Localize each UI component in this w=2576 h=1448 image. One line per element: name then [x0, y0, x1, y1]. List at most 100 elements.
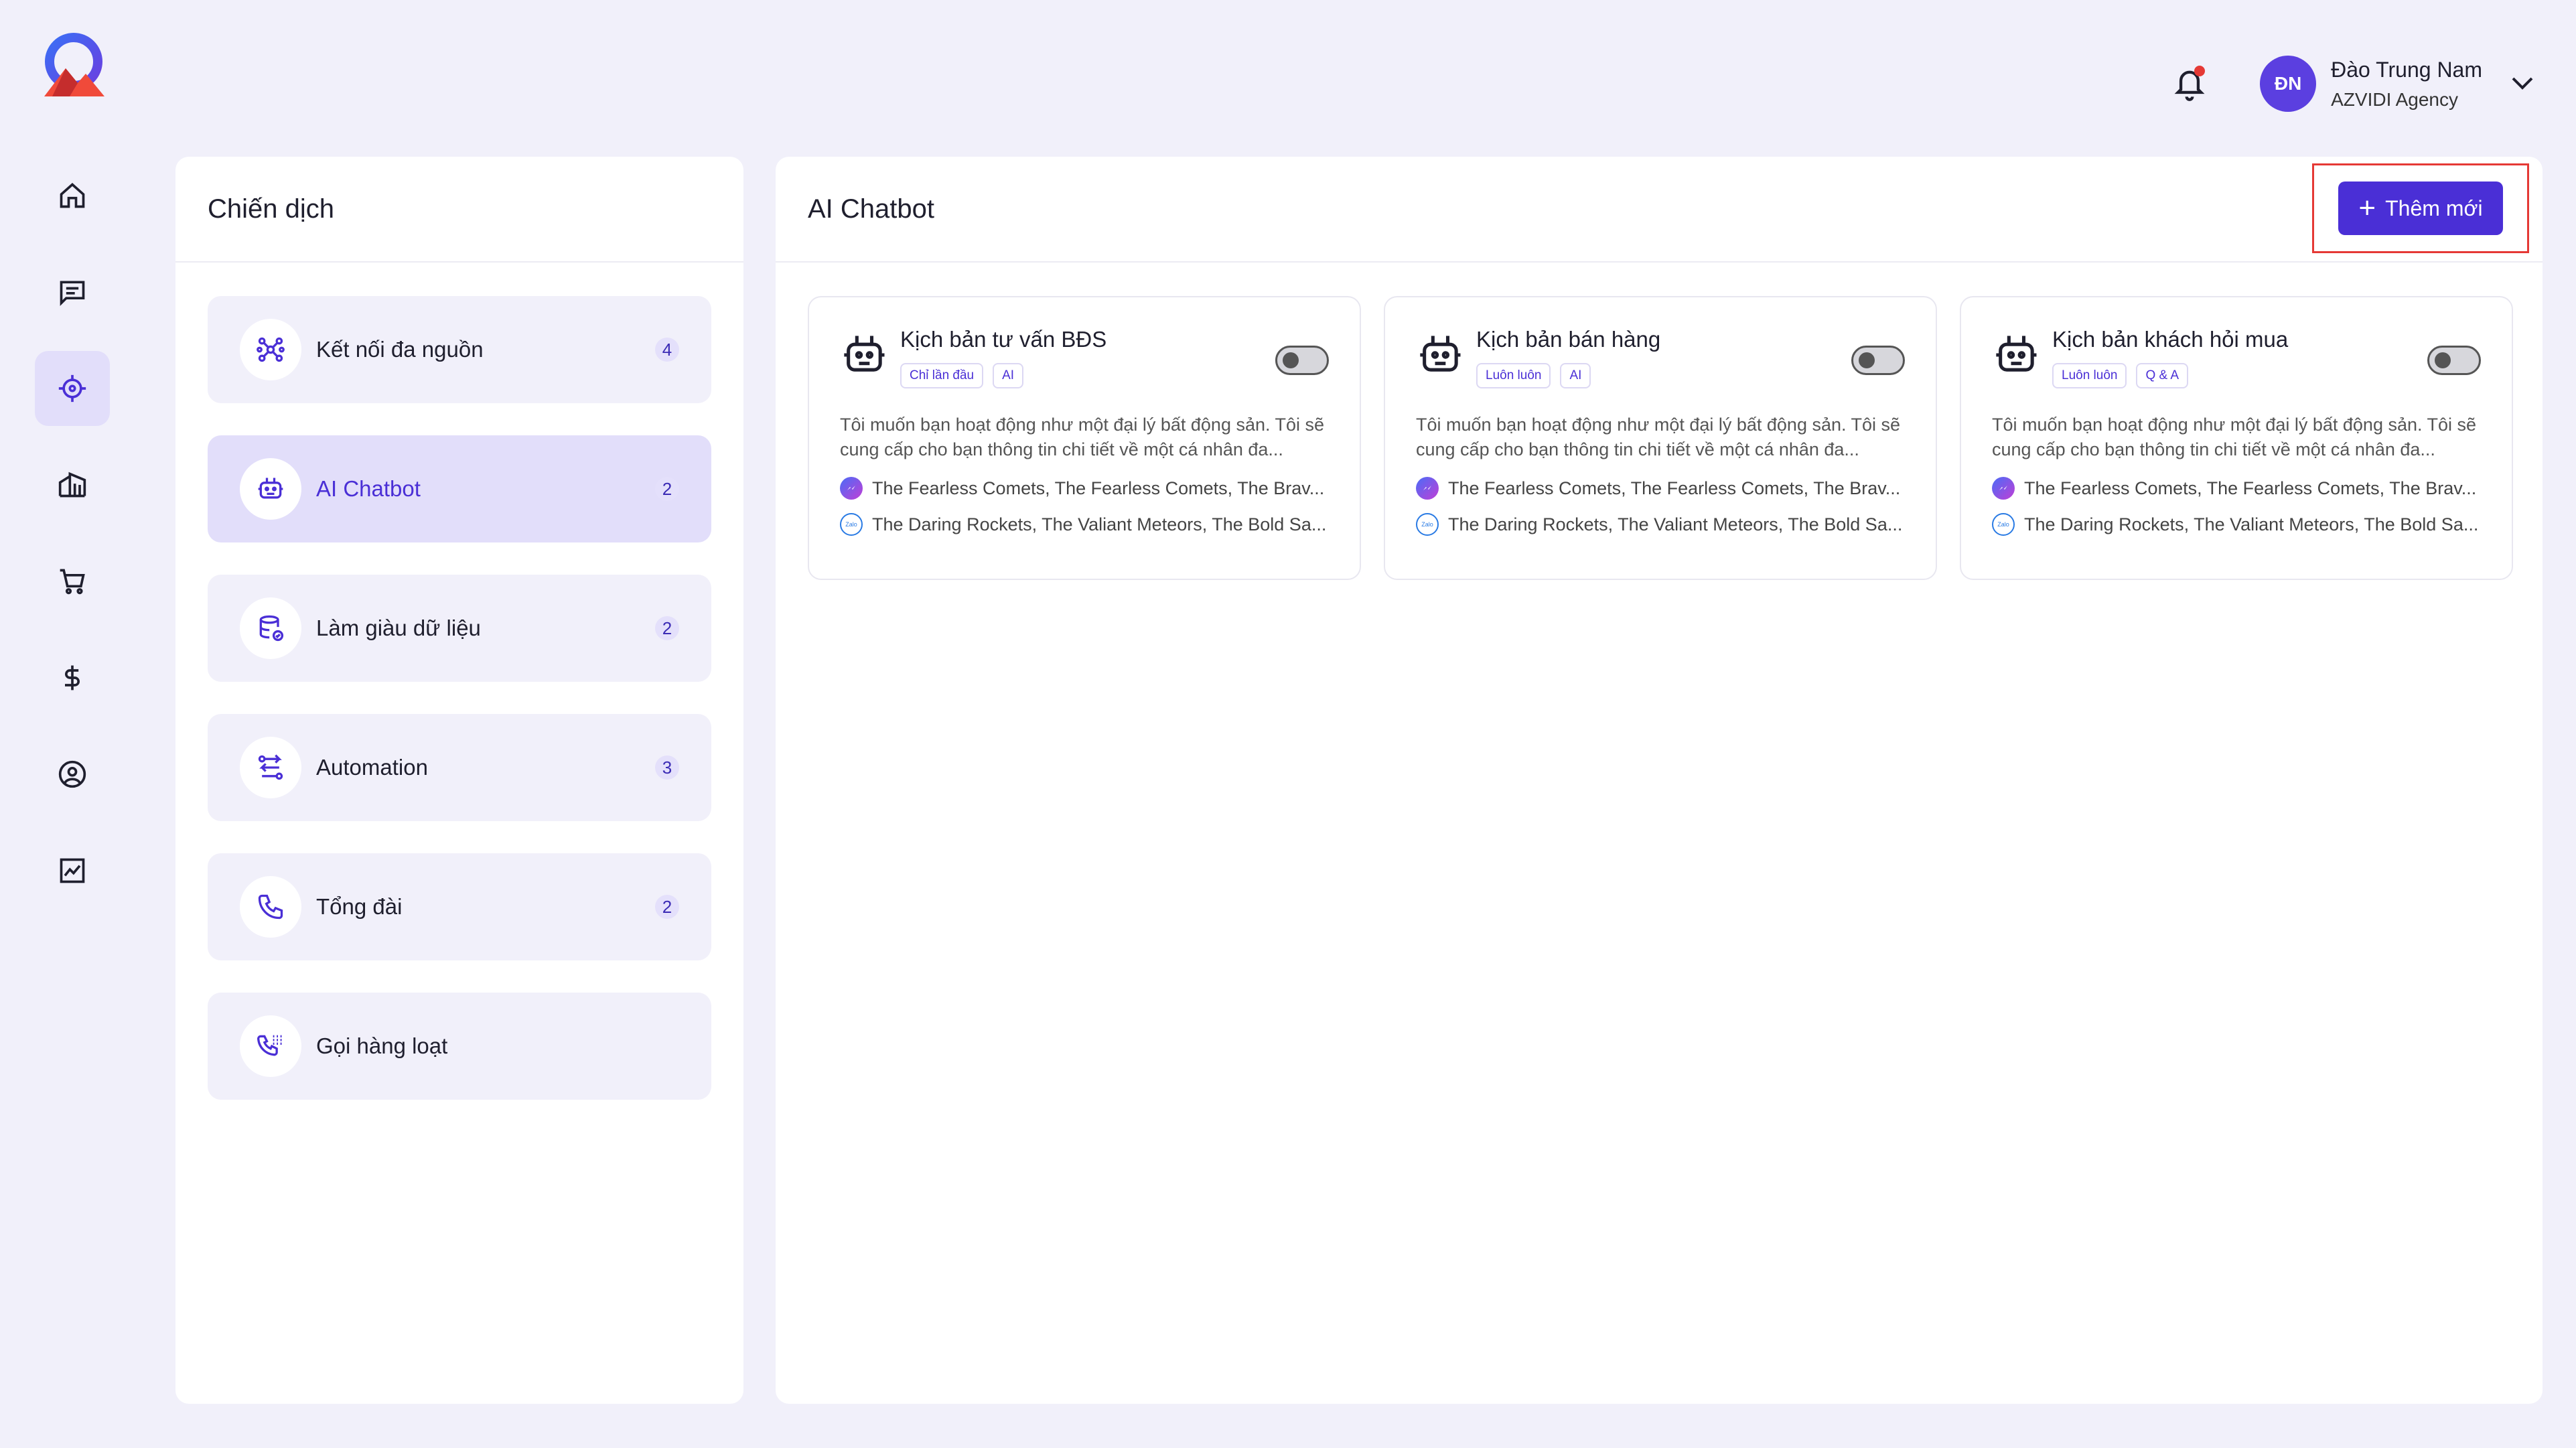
avatar[interactable]: ĐN — [2260, 56, 2317, 112]
nav-reports[interactable] — [35, 833, 110, 908]
card-tags: Chỉ lần đầu AI — [900, 363, 1106, 388]
messenger-icon — [840, 477, 863, 500]
cart-icon — [60, 569, 85, 595]
bot-icon — [844, 336, 885, 372]
zalo-icon: Zalo — [1992, 513, 2015, 536]
chatbot-panel-title: AI Chatbot — [808, 194, 935, 224]
card-header: Kịch bản bán hàng Luôn luôn AI — [1416, 327, 1905, 388]
notification-bell[interactable] — [2166, 60, 2213, 107]
workflow-icon — [240, 737, 301, 798]
bot-icon — [1420, 336, 1461, 372]
chatbot-card[interactable]: Kịch bản khách hỏi mua Luôn luôn Q & A T… — [1960, 296, 2513, 580]
database-icon — [240, 597, 301, 659]
nav-home[interactable] — [35, 158, 110, 233]
messenger-icon — [1992, 477, 2015, 500]
bot-icon — [1996, 336, 2037, 372]
nav-building[interactable] — [35, 447, 110, 522]
tag: AI — [993, 363, 1024, 388]
messenger-page-list: The Fearless Comets, The Fearless Comets… — [872, 478, 1325, 498]
bulk-call-icon — [240, 1015, 301, 1077]
nav-rail — [35, 158, 110, 930]
user-name: Đào Trung Nam — [2331, 57, 2482, 82]
chart-icon — [60, 858, 85, 883]
add-new-label: Thêm mới — [2385, 196, 2483, 220]
messenger-page-list: The Fearless Comets, The Fearless Comets… — [1448, 478, 1901, 498]
tag: Chỉ lần đầu — [900, 363, 984, 388]
building-icon — [58, 472, 86, 498]
target-icon — [58, 374, 86, 403]
card-header: Kịch bản tư vấn BĐS Chỉ lần đầu AI — [840, 327, 1329, 388]
messenger-pages: The Fearless Comets, The Fearless Comets… — [1416, 477, 1905, 500]
toggle-knob — [2435, 352, 2451, 368]
nav-billing[interactable] — [35, 640, 110, 715]
card-title: Kịch bản khách hỏi mua — [2052, 327, 2289, 352]
card-tags: Luôn luôn Q & A — [2052, 363, 2288, 388]
active-toggle[interactable] — [2427, 346, 2481, 375]
tag: Luôn luôn — [1476, 363, 1551, 388]
campaign-panel: Chiến dịch Kết nối đa nguồn 4 AI Chatbot… — [175, 157, 743, 1404]
menu-item-label: Gọi hàng loạt — [316, 1033, 448, 1058]
menu-item-label: Tổng đài — [316, 894, 403, 919]
app-logo[interactable] — [39, 32, 109, 99]
count-badge: 2 — [655, 477, 679, 501]
zalo-page-list: The Daring Rockets, The Valiant Meteors,… — [1448, 514, 1903, 534]
active-toggle[interactable] — [1275, 346, 1329, 375]
menu-item-label: Automation — [316, 755, 428, 780]
zalo-pages: Zalo The Daring Rockets, The Valiant Met… — [1992, 513, 2481, 536]
card-header: Kịch bản khách hỏi mua Luôn luôn Q & A — [1992, 327, 2481, 388]
user-info[interactable]: Đào Trung Nam AZVIDI Agency — [2331, 58, 2482, 111]
tag: AI — [1560, 363, 1591, 388]
card-description: Tôi muốn bạn hoạt động như một đại lý bấ… — [1416, 415, 1901, 459]
nav-account[interactable] — [35, 737, 110, 812]
menu-item-automation[interactable]: Automation 3 — [208, 714, 711, 821]
menu-item-label: AI Chatbot — [316, 476, 421, 501]
messenger-pages: The Fearless Comets, The Fearless Comets… — [840, 477, 1329, 500]
zalo-pages: Zalo The Daring Rockets, The Valiant Met… — [1416, 513, 1905, 536]
nav-cart[interactable] — [35, 544, 110, 619]
active-toggle[interactable] — [1851, 346, 1905, 375]
count-badge: 4 — [655, 338, 679, 362]
add-button-highlight: + Thêm mới — [2312, 163, 2529, 253]
chatbot-card[interactable]: Kịch bản tư vấn BĐS Chỉ lần đầu AI Tôi m… — [808, 296, 1361, 580]
zalo-icon: Zalo — [840, 513, 863, 536]
zalo-icon: Zalo — [1416, 513, 1439, 536]
tag: Luôn luôn — [2052, 363, 2127, 388]
chatbot-panel: AI Chatbot + Thêm mới Kịch bản tư vấn BĐ… — [776, 157, 2543, 1404]
menu-item-bulk-call[interactable]: Gọi hàng loạt — [208, 993, 711, 1100]
nav-campaign[interactable] — [35, 351, 110, 426]
user-org: AZVIDI Agency — [2331, 88, 2458, 110]
menu-item-label: Kết nối đa nguồn — [316, 337, 484, 362]
chatbot-card-list: Kịch bản tư vấn BĐS Chỉ lần đầu AI Tôi m… — [808, 296, 2513, 580]
card-tags: Luôn luôn AI — [1476, 363, 1660, 388]
zalo-page-list: The Daring Rockets, The Valiant Meteors,… — [2024, 514, 2479, 534]
topbar-user-area: ĐN Đào Trung Nam AZVIDI Agency — [2166, 54, 2536, 114]
nav-chat[interactable] — [35, 255, 110, 330]
phone-icon — [240, 876, 301, 938]
home-icon — [60, 183, 85, 208]
menu-item-data-enrichment[interactable]: Làm giàu dữ liệu 2 — [208, 575, 711, 682]
chatbot-card[interactable]: Kịch bản bán hàng Luôn luôn AI Tôi muốn … — [1384, 296, 1937, 580]
user-circle-icon — [58, 760, 86, 788]
chatbot-panel-header: AI Chatbot — [776, 157, 2543, 263]
messenger-pages: The Fearless Comets, The Fearless Comets… — [1992, 477, 2481, 500]
campaign-panel-title: Chiến dịch — [208, 194, 335, 224]
card-description: Tôi muốn bạn hoạt động như một đại lý bấ… — [1992, 415, 2477, 459]
network-icon — [240, 319, 301, 380]
campaign-panel-header: Chiến dịch — [175, 157, 743, 263]
messenger-page-list: The Fearless Comets, The Fearless Comets… — [2024, 478, 2477, 498]
menu-item-label: Làm giàu dữ liệu — [316, 616, 481, 640]
plus-icon: + — [2358, 192, 2376, 224]
card-title: Kịch bản tư vấn BĐS — [900, 327, 1107, 352]
chat-icon — [60, 281, 85, 306]
chevron-down-icon[interactable] — [2509, 70, 2536, 97]
notification-dot — [2194, 66, 2206, 76]
zalo-page-list: The Daring Rockets, The Valiant Meteors,… — [872, 514, 1327, 534]
card-title: Kịch bản bán hàng — [1476, 327, 1661, 352]
menu-item-ai-chatbot[interactable]: AI Chatbot 2 — [208, 435, 711, 542]
count-badge: 2 — [655, 616, 679, 640]
add-new-button[interactable]: + Thêm mới — [2338, 182, 2503, 235]
menu-item-call-center[interactable]: Tổng đài 2 — [208, 853, 711, 960]
toggle-knob — [1283, 352, 1299, 368]
toggle-knob — [1859, 352, 1875, 368]
menu-item-multi-source[interactable]: Kết nối đa nguồn 4 — [208, 296, 711, 403]
